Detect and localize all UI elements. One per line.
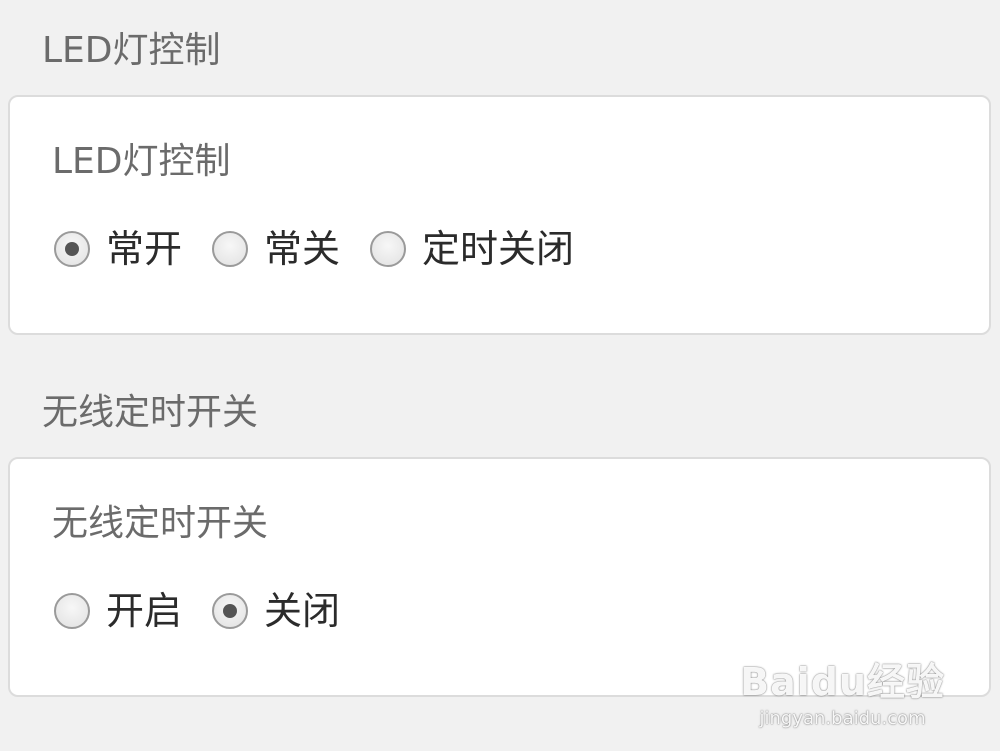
radio-option-always-on[interactable]: 常开	[54, 230, 182, 268]
radio-unchecked-icon[interactable]	[370, 231, 407, 267]
radio-unchecked-icon[interactable]	[54, 593, 90, 629]
wireless-card-title: 无线定时开关	[52, 503, 269, 544]
led-card-title: LED灯控制	[52, 141, 231, 182]
led-control-card: LED灯控制 常开 常关 定时关闭	[8, 95, 991, 335]
watermark-url: jingyan.baidu.com	[759, 708, 926, 729]
radio-label: 开启	[106, 589, 183, 633]
radio-label: 定时关闭	[422, 227, 575, 271]
baidu-jingyan-watermark: Baidu经验 jingyan.baidu.com	[740, 651, 945, 729]
radio-label: 关闭	[264, 589, 341, 633]
radio-label: 常关	[264, 227, 341, 271]
radio-option-always-off[interactable]: 常关	[212, 230, 340, 268]
radio-checked-icon[interactable]	[212, 593, 249, 629]
radio-label: 常开	[106, 227, 183, 271]
section-header-wireless: 无线定时开关	[42, 392, 259, 433]
wireless-radio-group: 开启 关闭	[54, 592, 370, 630]
radio-option-off[interactable]: 关闭	[212, 592, 340, 630]
radio-option-on[interactable]: 开启	[54, 592, 182, 630]
radio-checked-icon[interactable]	[54, 231, 90, 267]
section-header-led: LED灯控制	[42, 30, 221, 71]
radio-unchecked-icon[interactable]	[212, 231, 249, 267]
led-radio-group: 常开 常关 定时关闭	[54, 230, 604, 268]
radio-option-timed-off[interactable]: 定时关闭	[370, 230, 574, 268]
watermark-logo: Baidu经验	[740, 660, 945, 704]
